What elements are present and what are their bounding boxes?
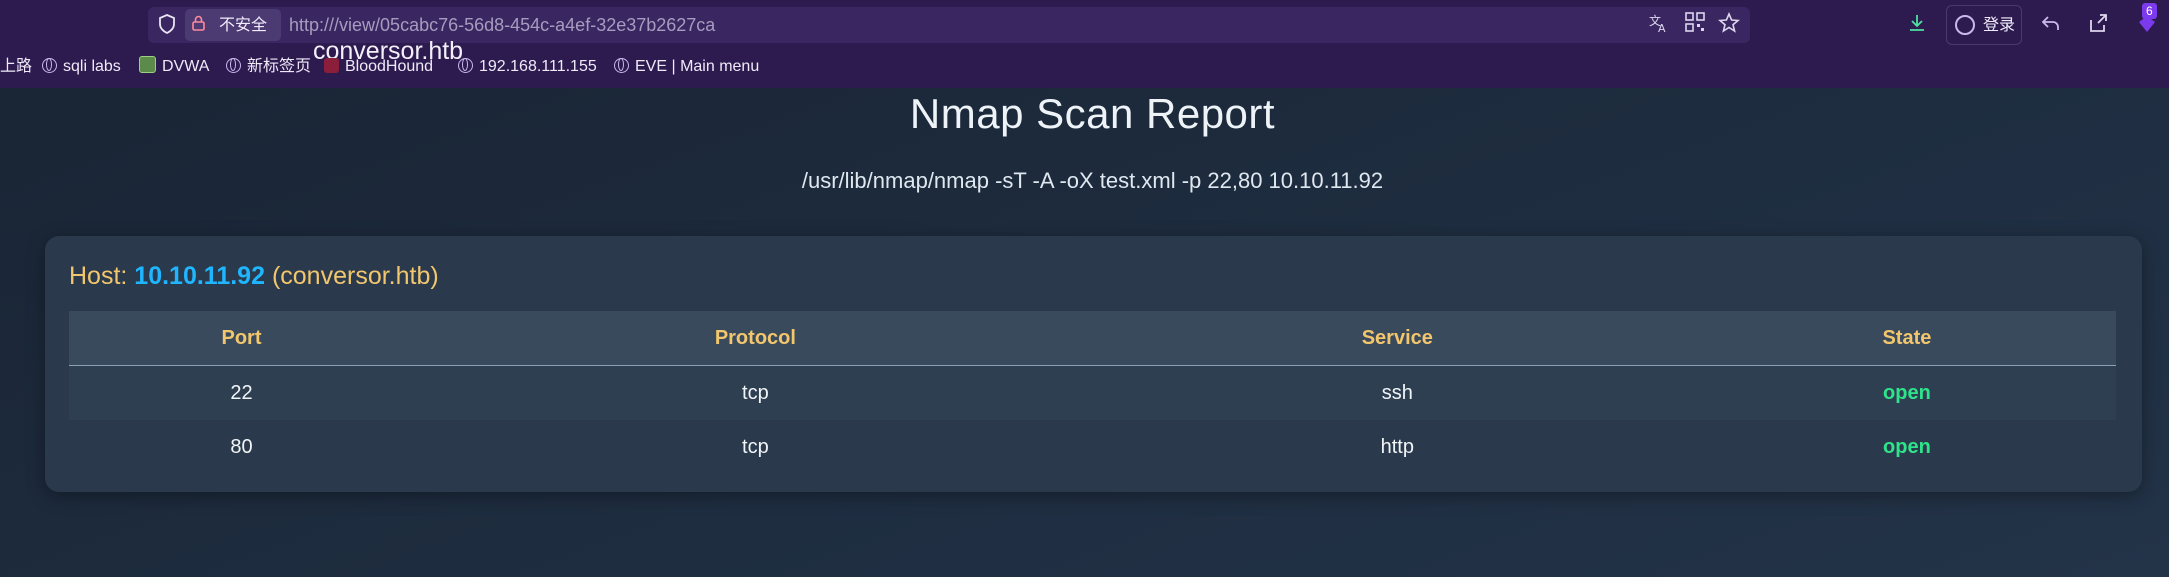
scan-command: /usr/lib/nmap/nmap -sT -A -oX test.xml -… (801, 168, 1384, 193)
bookmarks-bar: 上路 sqli labs DVWA 新标签页 BloodHound 192.16… (0, 54, 2169, 80)
state-cell: open (1697, 365, 2116, 420)
ports-table: Port Protocol Service State 22 tcp ssh o… (69, 311, 2116, 474)
login-label: 登录 (1983, 15, 2016, 34)
url-prefix: http:// (289, 15, 335, 35)
bookmark-item[interactable]: sqli labs (42, 54, 121, 80)
bookmark-label: 192.168.111.155 (479, 58, 597, 75)
globe-icon (42, 58, 57, 73)
port-cell: 80 (69, 420, 414, 474)
globe-icon (458, 58, 473, 73)
dvwa-favicon (139, 56, 156, 73)
table-row: 22 tcp ssh open (69, 365, 2116, 420)
column-header-service: Service (1096, 311, 1698, 366)
protocol-cell: tcp (413, 365, 1097, 420)
page-title: Nmap Scan Report (909, 90, 1276, 137)
globe-icon (614, 58, 629, 73)
column-header-state: State (1697, 311, 2116, 366)
bookmark-item[interactable]: EVE | Main menu (614, 54, 759, 80)
shield-icon[interactable] (156, 14, 178, 36)
url-text[interactable]: http://conversor.htb/view/05cabc76-56d8-… (289, 9, 716, 65)
security-indicator[interactable]: 不安全 (185, 9, 281, 41)
host-heading: Host: 10.10.11.92 (conversor.htb) (69, 262, 439, 291)
bookmark-item[interactable]: BloodHound (324, 54, 433, 80)
extension-badge: 6 (2142, 3, 2157, 19)
host-name: (conversor.htb) (271, 262, 439, 290)
url-path: /view/05cabc76-56d8-454c-a4ef-32e37b2627… (334, 15, 716, 35)
column-header-protocol: Protocol (413, 311, 1097, 366)
bookmark-label: sqli labs (63, 58, 121, 75)
globe-icon (226, 58, 241, 73)
undo-icon[interactable] (2038, 12, 2064, 38)
port-cell: 22 (69, 365, 414, 420)
bookmark-item[interactable]: 上路 (0, 54, 32, 80)
security-label: 不安全 (219, 15, 268, 34)
bookmark-label: 上路 (0, 58, 33, 75)
report-page: Nmap Scan Report /usr/lib/nmap/nmap -sT … (0, 88, 2169, 577)
bookmark-item[interactable]: 新标签页 (226, 54, 311, 80)
service-cell: http (1096, 420, 1698, 474)
host-prefix: Host: (69, 262, 135, 290)
download-icon[interactable] (1904, 12, 1930, 38)
host-ip: 10.10.11.92 (134, 262, 265, 290)
svg-text:A: A (1658, 22, 1666, 34)
insecure-lock-icon (192, 15, 205, 31)
bookmark-label: 新标签页 (247, 58, 312, 75)
column-header-port: Port (69, 311, 414, 366)
state-cell: open (1697, 420, 2116, 474)
table-header-row: Port Protocol Service State (69, 311, 2116, 366)
host-card: Host: 10.10.11.92 (conversor.htb) Port P… (45, 236, 2142, 492)
bookmark-item[interactable]: DVWA (139, 54, 209, 80)
bookmark-label: EVE | Main menu (635, 58, 760, 75)
translate-icon[interactable]: 文A (1646, 12, 1672, 38)
bloodhound-favicon (324, 58, 339, 73)
account-icon (1955, 15, 1975, 35)
login-button[interactable]: 登录 (1946, 5, 2022, 45)
table-row: 80 tcp http open (69, 420, 2116, 474)
service-cell: ssh (1096, 365, 1698, 420)
bookmark-label: DVWA (162, 58, 210, 75)
bookmark-label: BloodHound (345, 58, 434, 75)
protocol-cell: tcp (413, 420, 1097, 474)
qr-code-icon[interactable] (1682, 12, 1708, 38)
bookmark-item[interactable]: 192.168.111.155 (458, 54, 597, 80)
share-icon[interactable] (2085, 12, 2111, 38)
star-icon[interactable] (1716, 11, 1742, 38)
browser-chrome: 不安全 http://conversor.htb/view/05cabc76-5… (0, 0, 2169, 88)
